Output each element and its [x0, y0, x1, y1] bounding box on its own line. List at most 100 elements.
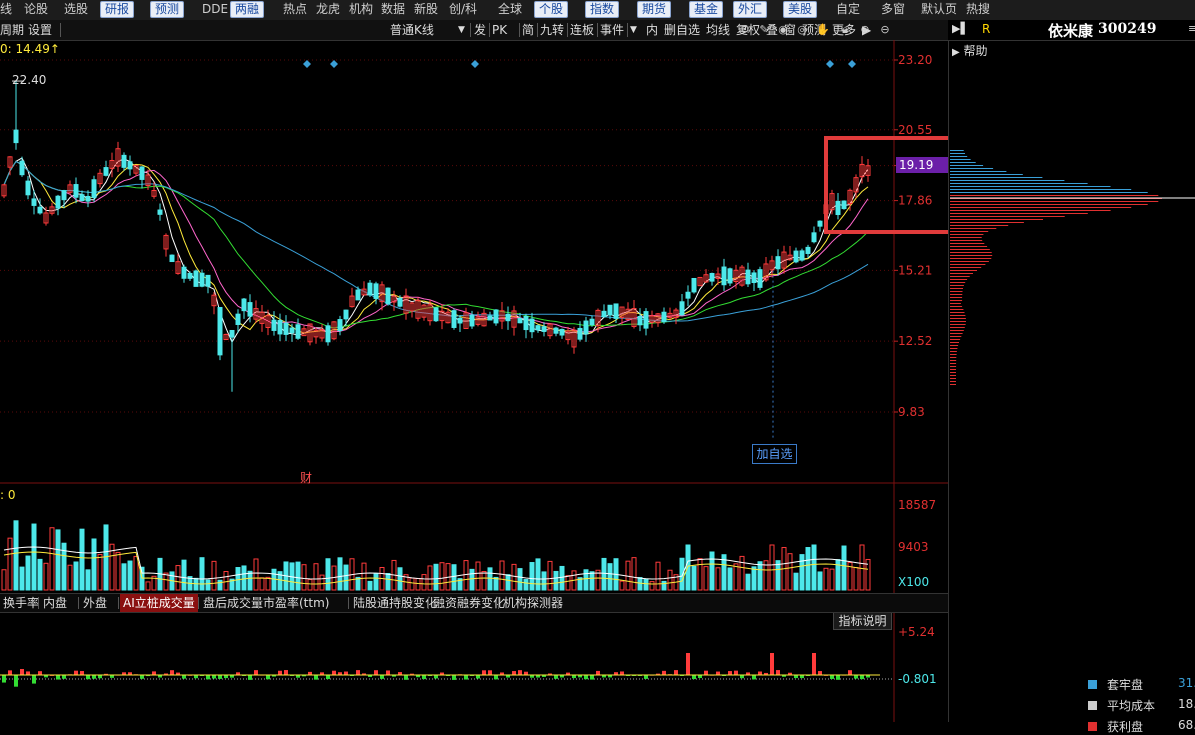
menu-item[interactable]: 研报 [100, 1, 135, 18]
menu-item[interactable]: DDE [202, 0, 228, 18]
chevron-down-icon[interactable]: ▼ [630, 22, 637, 38]
volume-bar [739, 555, 745, 591]
menu-item[interactable]: 数据 [381, 0, 405, 18]
eye-icon[interactable]: ◉ [776, 23, 790, 37]
candle-body [523, 315, 529, 331]
chip-bar [950, 228, 997, 229]
menu-item[interactable]: 新股 [414, 0, 438, 18]
toolbar-button[interactable]: 九转 [540, 22, 564, 38]
volume-bar [535, 558, 541, 591]
toolbar-button[interactable]: 连板 [570, 22, 594, 38]
chip-bar [950, 270, 977, 271]
legend-label: 获利盘 [1107, 720, 1144, 734]
menu-item[interactable]: 创/科 [449, 0, 477, 18]
menu-item[interactable]: 两融 [230, 1, 265, 18]
volume-bar [787, 553, 793, 591]
indicator-tab[interactable]: 盘后成交量 [200, 594, 266, 612]
legend-swatch [1088, 680, 1097, 689]
volume-bar [649, 581, 655, 591]
menu-item[interactable]: 选股 [64, 0, 88, 18]
menu-item[interactable]: 外汇 [733, 1, 768, 18]
indicator-tab[interactable]: 融资融券变化 [430, 594, 508, 612]
candle-body [613, 303, 619, 319]
indicator-bar [488, 670, 492, 675]
menu-item[interactable]: 龙虎 [316, 0, 340, 18]
menu-item[interactable]: 基金 [689, 1, 724, 18]
legend-value: 18. [1178, 697, 1195, 711]
menu-item[interactable]: 默认页 [921, 0, 957, 18]
eye-alt-icon[interactable]: ◎ [795, 23, 809, 37]
tab-divider [118, 597, 119, 609]
indicator-tab[interactable]: 外盘 [80, 594, 110, 612]
toolbar-button[interactable]: 均线 [706, 22, 730, 38]
candle-body [745, 269, 751, 285]
zoom-out-icon[interactable]: ⊖ [878, 23, 892, 37]
kline-chart[interactable]: 23.2020.5517.8615.2112.529.83185879403X1… [0, 40, 948, 722]
pen-icon[interactable]: ✎ [757, 23, 771, 37]
menu-item[interactable]: 美股 [783, 1, 818, 18]
hand-icon[interactable]: ✋ [816, 23, 830, 37]
help-link[interactable]: ▶ 帮助 [952, 42, 988, 59]
volume-bar [751, 566, 757, 591]
menu-icon[interactable]: ≡ [1188, 22, 1195, 35]
add-watchlist-button[interactable]: 加自选 [752, 444, 797, 464]
indicator-tab[interactable]: 内盘 [40, 594, 70, 612]
menu-item[interactable]: 多窗 [881, 0, 905, 18]
volume-bar [325, 558, 331, 591]
menu-item[interactable]: 个股 [534, 1, 569, 18]
indicator-bar [80, 671, 84, 675]
candle-body [61, 190, 67, 201]
menu-item[interactable]: 全球 [498, 0, 522, 18]
toolbar-button[interactable]: 删自选 [664, 22, 700, 38]
indicator-bar [770, 653, 774, 675]
volume-bar [313, 563, 319, 591]
lock-icon[interactable]: 🔒︎ [838, 23, 852, 37]
menu-item[interactable]: 指数 [585, 1, 620, 18]
menu-item[interactable]: 线 [0, 0, 12, 18]
zoom-in-icon[interactable]: ⊕ [858, 23, 872, 37]
indicator-tab[interactable]: 换手率 [0, 594, 42, 612]
settings-button[interactable]: 设置 [28, 22, 52, 38]
chip-bar [950, 156, 968, 157]
indicator-tab[interactable]: 陆股通持股变化 [350, 594, 440, 612]
toolbar-divider [470, 23, 471, 37]
volume-bar [307, 579, 313, 591]
indicator-bar [452, 675, 456, 680]
toolbar-button[interactable]: 内 [646, 22, 658, 38]
menu-item[interactable]: 热搜 [966, 0, 990, 18]
menu-item[interactable]: 期货 [637, 1, 672, 18]
volume-bar [319, 574, 325, 591]
chip-bar [950, 369, 956, 370]
chip-bar [950, 282, 966, 283]
indicator-tab[interactable]: 机构探测器 [500, 594, 566, 612]
volume-bar [259, 577, 265, 591]
candle-body [229, 329, 235, 338]
kline-type-select[interactable]: 普通K线 ▼ [390, 22, 470, 38]
event-diamond-icon [848, 60, 856, 68]
toolbar-button[interactable]: 事件 [600, 22, 624, 38]
volume-bar [37, 558, 43, 591]
period-button[interactable]: 周期 [0, 22, 24, 38]
candle-body [535, 325, 541, 331]
menu-item[interactable]: 论股 [24, 0, 48, 18]
indicator-bar [848, 670, 852, 675]
indicator-bar [518, 670, 522, 675]
financial-marker[interactable]: 财 [300, 469, 312, 486]
stock-code: 300249 [1098, 21, 1157, 37]
menu-item[interactable]: 热点 [283, 0, 307, 18]
chip-bar [950, 168, 994, 169]
indicator-tab[interactable]: AI立桩成交量 [120, 594, 198, 612]
menu-item[interactable]: 预测 [150, 1, 185, 18]
collapse-icon[interactable]: ▶▌ [952, 22, 969, 35]
indicator-tab[interactable]: 市盈率(ttm) [260, 594, 332, 612]
indicator-bar [554, 675, 558, 679]
gear-icon[interactable]: ⚙ [738, 23, 752, 37]
menu-item[interactable]: 机构 [349, 0, 373, 18]
tab-divider [558, 597, 559, 609]
toolbar-button[interactable]: PK [492, 22, 507, 38]
volume-bar [301, 564, 307, 591]
toolbar-button[interactable]: 发 [474, 22, 486, 38]
toolbar-button[interactable]: 简 [522, 22, 534, 38]
menu-item[interactable]: 自定 [836, 0, 860, 18]
indicator-help-button[interactable]: 指标说明 [833, 612, 892, 630]
